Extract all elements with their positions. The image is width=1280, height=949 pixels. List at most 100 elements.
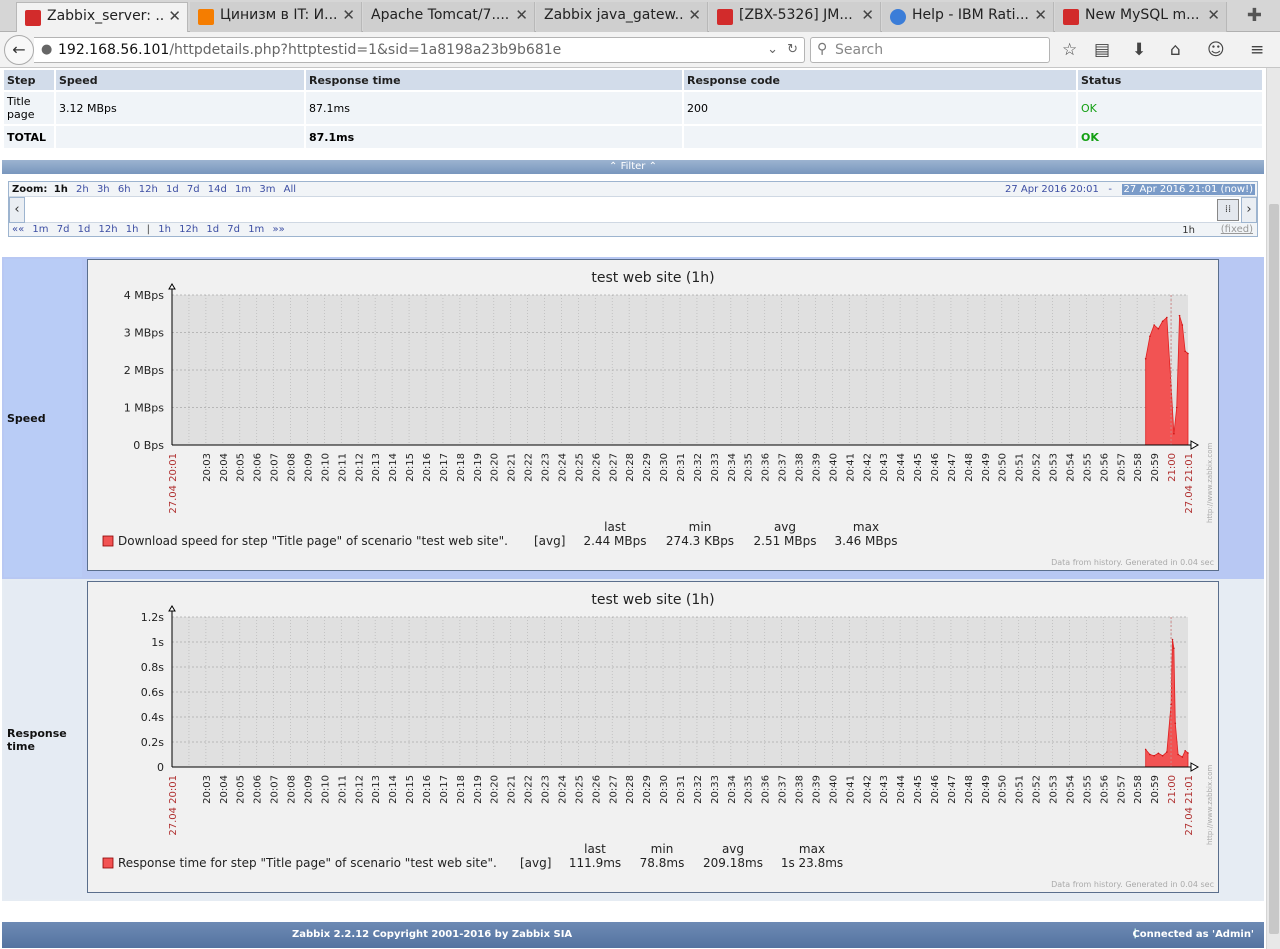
x-tick-label: 20:20 (490, 775, 501, 804)
graph-title: test web site (1h) (591, 592, 714, 608)
x-tick-label: 20:22 (524, 775, 535, 804)
legend-column-header: max (853, 520, 879, 534)
close-icon[interactable]: ✕ (688, 6, 701, 24)
tab-title: Zabbix_server: ... (47, 8, 163, 24)
zoom-option-6h[interactable]: 6h (118, 184, 131, 195)
scroll-right-button[interactable]: › (1241, 197, 1257, 223)
x-tick-label: 20:43 (879, 453, 890, 482)
zoom-option-1m[interactable]: 1m (235, 184, 251, 195)
menu-icon[interactable]: ≡ (1250, 40, 1264, 60)
period-to[interactable]: 27 Apr 2016 21:01 (now!) (1121, 184, 1255, 195)
y-tick-label: 2 MBps (124, 364, 165, 377)
y-axis-arrow (168, 283, 176, 290)
zoom-option-14d[interactable]: 14d (208, 184, 227, 195)
fixed-toggle[interactable]: (fixed) (1221, 224, 1253, 235)
x-tick-label: 20:23 (541, 453, 552, 482)
data-point (1161, 320, 1164, 323)
data-point (1171, 638, 1174, 641)
scrollbar-thumb[interactable] (1269, 204, 1279, 934)
x-tick-label: 20:46 (930, 775, 941, 804)
nav-fwd-all[interactable]: »» (272, 224, 284, 235)
close-icon[interactable]: ✕ (168, 7, 181, 25)
data-point (1187, 752, 1189, 754)
filter-toggle[interactable]: ⌃ Filter ⌃ (2, 160, 1264, 174)
nav-fwd-1h[interactable]: 1h (158, 224, 171, 235)
tab-ibm-help[interactable]: Help - IBM Rati... ✕ (882, 2, 1054, 32)
y-tick-label: 0 Bps (133, 439, 164, 452)
x-tick-label: 20:53 (1049, 453, 1060, 482)
x-start-label: 27.04 20:01 (168, 775, 179, 836)
close-icon[interactable]: ✕ (861, 6, 874, 24)
zoom-option-1h[interactable]: 1h (54, 184, 68, 195)
x-tick-label: 20:33 (710, 453, 721, 482)
chat-icon[interactable]: ☺ (1207, 40, 1225, 60)
tab-blog[interactable]: Цинизм в IT: И... ✕ (190, 2, 362, 32)
nav-back-1d[interactable]: 1d (78, 224, 91, 235)
url-bar[interactable]: ● 192.168.56.101/httpdetails.php?httptes… (34, 37, 805, 63)
scroll-left-button[interactable]: ‹ (9, 197, 25, 223)
close-icon[interactable]: ✕ (1207, 6, 1220, 24)
x-tick-label: 20:06 (253, 775, 264, 804)
nav-fwd-7d[interactable]: 7d (227, 224, 240, 235)
zoom-option-all[interactable]: All (284, 184, 296, 195)
nav-back-1h[interactable]: 1h (126, 224, 139, 235)
page-scrollbar[interactable] (1266, 68, 1280, 949)
period-slider[interactable]: ‹ ⁞⁞ › (9, 196, 1257, 223)
download-icon[interactable]: ⬇ (1132, 40, 1146, 60)
tab-title: New MySQL m... (1085, 7, 1200, 23)
legend-value: 2.44 MBps (584, 534, 647, 548)
data-point (1161, 754, 1164, 757)
nav-fwd-12h[interactable]: 12h (179, 224, 198, 235)
section-label: Response time (4, 581, 82, 899)
watermark-text: http://www.zabbix.com (1206, 443, 1214, 523)
reading-list-icon[interactable]: ▤ (1094, 40, 1110, 60)
x-tick-label: 20:30 (659, 453, 670, 482)
period-separator: - (1108, 184, 1112, 195)
bookmark-star-icon[interactable]: ☆ (1062, 40, 1077, 60)
x-tick-label: 20:06 (253, 453, 264, 482)
close-icon[interactable]: ✕ (342, 6, 355, 24)
legend-item-name: Download speed for step "Title page" of … (118, 534, 508, 548)
zoom-option-3h[interactable]: 3h (97, 184, 110, 195)
nav-fwd-1d[interactable]: 1d (206, 224, 219, 235)
data-point (1149, 753, 1151, 756)
x-tick-label: 20:39 (811, 453, 822, 482)
tab-zbx-5326[interactable]: [ZBX-5326] JM... ✕ (709, 2, 881, 32)
new-tab-icon[interactable]: ✚ (1247, 5, 1262, 26)
nav-fwd-1m[interactable]: 1m (248, 224, 264, 235)
close-icon[interactable]: ✕ (1034, 6, 1047, 24)
nav-back-1m[interactable]: 1m (32, 224, 48, 235)
reload-icon[interactable]: ↻ (787, 42, 798, 57)
filter-label: Filter (620, 161, 646, 172)
x-tick-label: 20:21 (507, 453, 518, 482)
x-tick-label: 20:35 (744, 775, 755, 804)
blogger-icon (198, 9, 214, 25)
zoom-option-7d[interactable]: 7d (187, 184, 200, 195)
tab-mysql[interactable]: New MySQL m... ✕ (1055, 2, 1227, 32)
info-icon[interactable]: ● (41, 42, 52, 57)
legend-column-header: min (689, 520, 712, 534)
x-tick-label: 20:56 (1099, 453, 1110, 482)
period-from[interactable]: 27 Apr 2016 20:01 (1005, 184, 1099, 195)
tab-tomcat[interactable]: Apache Tomcat/7.... ✕ (363, 2, 535, 32)
dropdown-icon[interactable]: ⌄ (767, 42, 778, 57)
search-input[interactable]: ⚲ Search (810, 37, 1050, 63)
nav-back-all[interactable]: «« (12, 224, 27, 235)
tab-zabbix-server[interactable]: Zabbix_server: ... ✕ (16, 2, 188, 33)
nav-back-12h[interactable]: 12h (99, 224, 118, 235)
slider-handle[interactable]: ⁞⁞ (1217, 199, 1239, 221)
back-button[interactable]: ← (4, 35, 34, 65)
nav-back-7d[interactable]: 7d (57, 224, 70, 235)
zabbix-icon (717, 9, 733, 25)
tab-java-gateway[interactable]: Zabbix java_gatew... ✕ (536, 2, 708, 32)
home-icon[interactable]: ⌂ (1170, 40, 1181, 60)
zoom-option-3m[interactable]: 3m (259, 184, 275, 195)
x-tick-label: 20:29 (642, 453, 653, 482)
data-point (1166, 316, 1168, 319)
x-tick-label: 20:41 (845, 453, 856, 482)
zoom-option-12h[interactable]: 12h (139, 184, 158, 195)
zoom-option-2h[interactable]: 2h (76, 184, 89, 195)
close-icon[interactable]: ✕ (515, 6, 528, 24)
zoom-option-1d[interactable]: 1d (166, 184, 179, 195)
y-tick-label: 4 MBps (124, 289, 165, 302)
